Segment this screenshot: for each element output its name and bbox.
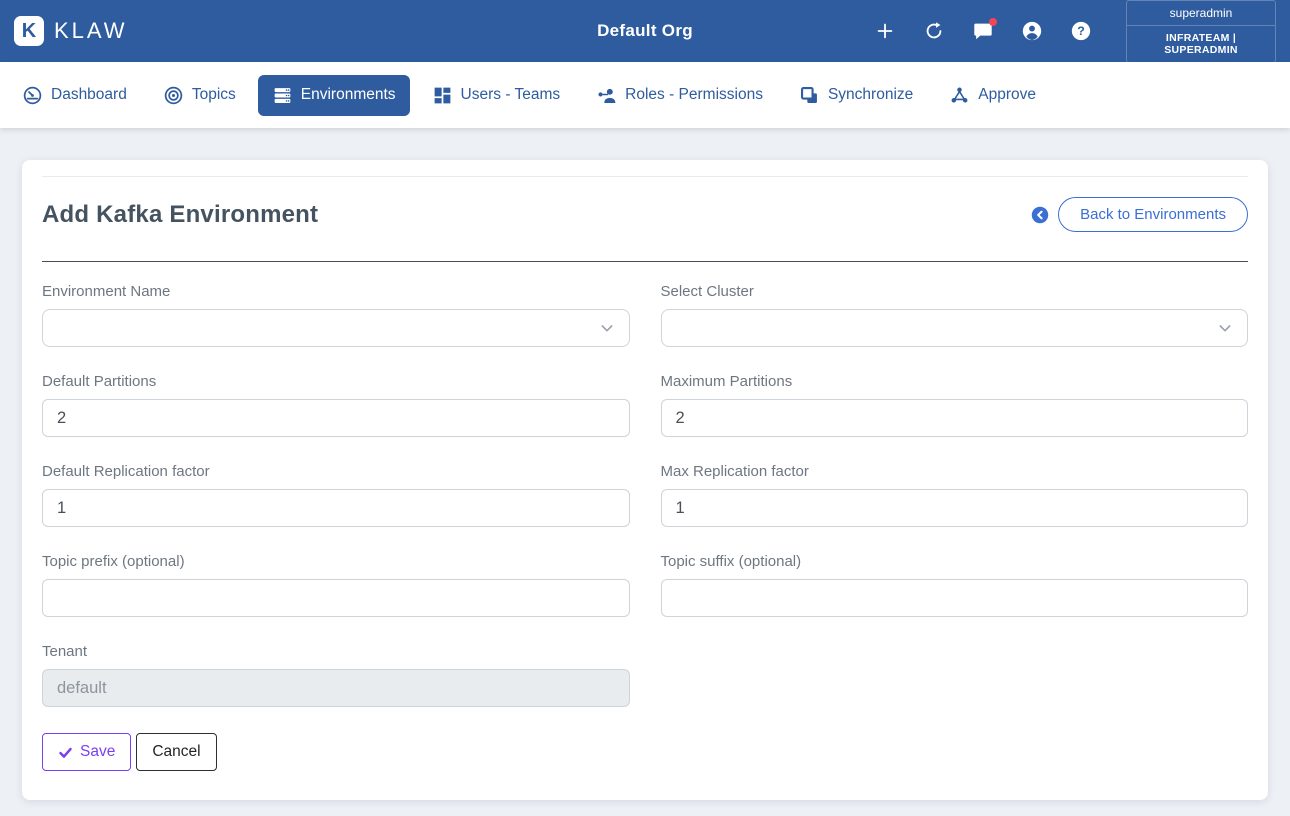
dashboard-icon <box>22 85 43 106</box>
refresh-icon[interactable] <box>923 20 945 42</box>
nav-item-users-teams[interactable]: Users - Teams <box>418 75 575 116</box>
save-button-label: Save <box>80 743 116 760</box>
topic-suffix-label: Topic suffix (optional) <box>660 553 802 570</box>
field-default-partitions: Default Partitions <box>42 373 630 437</box>
users-teams-icon <box>432 85 453 106</box>
back-to-environments-button[interactable]: Back to Environments <box>1058 197 1248 232</box>
chevron-down-icon <box>599 320 615 336</box>
roles-permissions-icon <box>596 85 617 106</box>
tenant-label: Tenant <box>42 643 88 660</box>
app-header: K KLAW Default Org ? superadmin INFRATEA… <box>0 0 1290 63</box>
nav-label: Approve <box>978 86 1036 103</box>
klaw-logo-icon: K <box>14 16 44 46</box>
nav-label: Roles - Permissions <box>625 86 763 103</box>
user-info[interactable]: superadmin INFRATEAM | SUPERADMIN <box>1126 0 1276 63</box>
topic-prefix-input[interactable] <box>42 579 630 617</box>
nav-item-synchronize[interactable]: Synchronize <box>785 75 927 116</box>
environment-name-label: Environment Name <box>42 283 171 300</box>
nav-item-environments[interactable]: Environments <box>257 74 410 116</box>
maximum-partitions-input[interactable] <box>660 399 1248 437</box>
help-icon[interactable]: ? <box>1070 20 1092 42</box>
select-cluster-select[interactable] <box>660 309 1248 347</box>
cancel-button[interactable]: Cancel <box>136 733 217 771</box>
nav-item-topics[interactable]: Topics <box>149 75 250 116</box>
user-team-role: INFRATEAM | SUPERADMIN <box>1164 31 1238 56</box>
field-topic-suffix: Topic suffix (optional) <box>660 553 1248 617</box>
nav-label: Topics <box>191 86 236 103</box>
user-name: superadmin <box>1127 1 1275 26</box>
add-icon[interactable] <box>874 20 896 42</box>
default-partitions-input[interactable] <box>42 399 630 437</box>
field-topic-prefix: Topic prefix (optional) <box>42 553 630 617</box>
save-button[interactable]: Save <box>42 733 132 771</box>
brand[interactable]: K KLAW <box>14 16 128 46</box>
select-cluster-label: Select Cluster <box>660 283 754 300</box>
environment-form: Environment Name Select Cluster Default … <box>42 283 1248 707</box>
content-card: Add Kafka Environment Back to Environmen… <box>22 160 1268 800</box>
org-title: Default Org <box>597 21 693 40</box>
topic-prefix-label: Topic prefix (optional) <box>42 553 185 570</box>
back-arrow-circle-icon[interactable] <box>1031 206 1049 224</box>
chat-notification-icon[interactable] <box>972 18 997 42</box>
topics-icon <box>163 85 184 106</box>
max-replication-factor-input[interactable] <box>660 489 1248 527</box>
nav-label: Synchronize <box>827 86 914 103</box>
synchronize-icon <box>799 85 820 106</box>
nav-item-approve[interactable]: Approve <box>935 75 1050 116</box>
svg-text:?: ? <box>1077 24 1085 38</box>
heading-divider <box>42 261 1248 262</box>
default-partitions-label: Default Partitions <box>42 373 157 390</box>
main-nav: Dashboard Topics Environments Users - Te… <box>0 62 1290 128</box>
topic-suffix-input[interactable] <box>660 579 1248 617</box>
nav-item-roles-permissions[interactable]: Roles - Permissions <box>582 75 777 116</box>
nav-label: Environments <box>300 86 396 103</box>
nav-item-dashboard[interactable]: Dashboard <box>8 75 141 116</box>
nav-label: Dashboard <box>51 86 127 103</box>
field-environment-name: Environment Name <box>42 283 630 347</box>
field-max-replication-factor: Max Replication factor <box>660 463 1248 527</box>
max-replication-factor-label: Max Replication factor <box>660 463 809 480</box>
environment-name-select[interactable] <box>42 309 630 347</box>
field-tenant: Tenant <box>42 643 630 707</box>
account-icon[interactable] <box>1021 20 1043 42</box>
field-default-replication-factor: Default Replication factor <box>42 463 630 527</box>
chevron-down-icon <box>1217 320 1233 336</box>
default-replication-factor-label: Default Replication factor <box>42 463 210 480</box>
environments-icon <box>272 85 293 106</box>
card-top-divider <box>42 176 1248 177</box>
page-title: Add Kafka Environment <box>42 200 319 228</box>
notification-dot <box>989 18 997 26</box>
nav-label: Users - Teams <box>460 86 561 103</box>
field-select-cluster: Select Cluster <box>660 283 1248 347</box>
maximum-partitions-label: Maximum Partitions <box>660 373 793 390</box>
field-maximum-partitions: Maximum Partitions <box>660 373 1248 437</box>
approve-icon <box>949 85 970 106</box>
brand-name: KLAW <box>54 18 128 43</box>
check-icon <box>58 745 73 760</box>
default-replication-factor-input[interactable] <box>42 489 630 527</box>
tenant-input <box>42 669 630 707</box>
